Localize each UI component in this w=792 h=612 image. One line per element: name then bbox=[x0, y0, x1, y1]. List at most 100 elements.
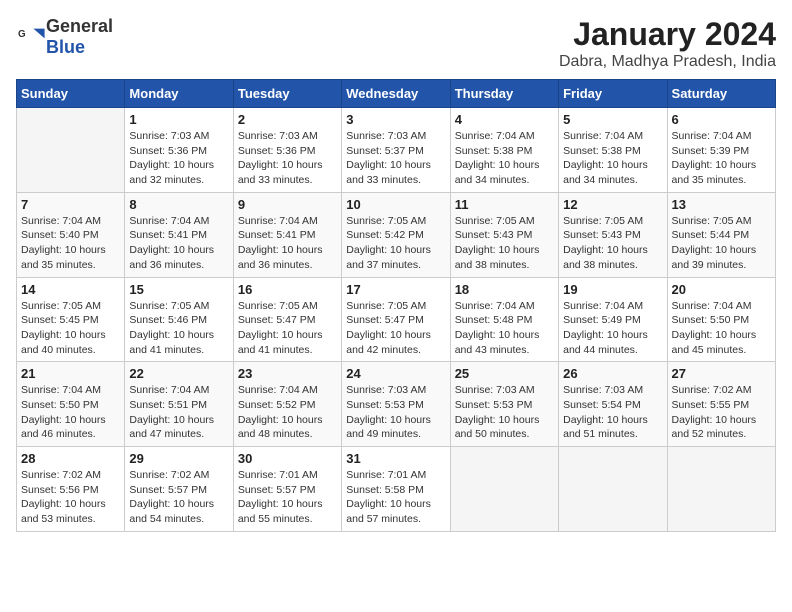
day-info: Sunrise: 7:05 AM Sunset: 5:47 PM Dayligh… bbox=[238, 299, 337, 358]
calendar-cell: 5 Sunrise: 7:04 AM Sunset: 5:38 PM Daylig… bbox=[559, 108, 667, 193]
calendar-week-4: 21 Sunrise: 7:04 AM Sunset: 5:50 PM Dayli… bbox=[17, 362, 776, 447]
calendar-cell: 10Sunrise: 7:05 AM Sunset: 5:42 PM Dayli… bbox=[342, 192, 450, 277]
weekday-header-wednesday: Wednesday bbox=[342, 80, 450, 108]
calendar-cell bbox=[17, 108, 125, 193]
day-number: 8 bbox=[129, 197, 228, 212]
calendar-week-2: 7Sunrise: 7:04 AM Sunset: 5:40 PM Daylig… bbox=[17, 192, 776, 277]
day-info: Sunrise: 7:04 AM Sunset: 5:38 PM Dayligh… bbox=[563, 129, 662, 188]
day-number: 6 bbox=[672, 112, 771, 127]
calendar-cell: 3 Sunrise: 7:03 AM Sunset: 5:37 PM Daylig… bbox=[342, 108, 450, 193]
day-number: 31 bbox=[346, 451, 445, 466]
day-info: Sunrise: 7:03 AM Sunset: 5:36 PM Dayligh… bbox=[238, 129, 337, 188]
calendar-cell: 13 Sunrise: 7:05 AM Sunset: 5:44 PM Dayli… bbox=[667, 192, 775, 277]
day-info: Sunrise: 7:05 AM Sunset: 5:43 PM Dayligh… bbox=[455, 214, 554, 273]
day-info: Sunrise: 7:04 AM Sunset: 5:50 PM Dayligh… bbox=[672, 299, 771, 358]
logo: G General Blue bbox=[16, 16, 113, 58]
day-number: 23 bbox=[238, 366, 337, 381]
day-info: Sunrise: 7:04 AM Sunset: 5:52 PM Dayligh… bbox=[238, 383, 337, 442]
day-info: Sunrise: 7:04 AM Sunset: 5:38 PM Dayligh… bbox=[455, 129, 554, 188]
day-number: 20 bbox=[672, 282, 771, 297]
calendar-cell: 15 Sunrise: 7:05 AM Sunset: 5:46 PM Dayli… bbox=[125, 277, 233, 362]
weekday-header-monday: Monday bbox=[125, 80, 233, 108]
calendar-cell: 29 Sunrise: 7:02 AM Sunset: 5:57 PM Dayli… bbox=[125, 447, 233, 532]
calendar-header: SundayMondayTuesdayWednesdayThursdayFrid… bbox=[17, 80, 776, 108]
day-info: Sunrise: 7:04 AM Sunset: 5:41 PM Dayligh… bbox=[129, 214, 228, 273]
header: G General Blue January 2024 Dabra, Madhy… bbox=[16, 16, 776, 71]
day-info: Sunrise: 7:03 AM Sunset: 5:54 PM Dayligh… bbox=[563, 383, 662, 442]
day-number: 28 bbox=[21, 451, 120, 466]
day-number: 21 bbox=[21, 366, 120, 381]
day-number: 18 bbox=[455, 282, 554, 297]
weekday-header-sunday: Sunday bbox=[17, 80, 125, 108]
calendar-cell: 28 Sunrise: 7:02 AM Sunset: 5:56 PM Dayli… bbox=[17, 447, 125, 532]
day-info: Sunrise: 7:02 AM Sunset: 5:56 PM Dayligh… bbox=[21, 468, 120, 527]
calendar-cell: 18 Sunrise: 7:04 AM Sunset: 5:48 PM Dayli… bbox=[450, 277, 558, 362]
day-number: 17 bbox=[346, 282, 445, 297]
day-number: 5 bbox=[563, 112, 662, 127]
calendar-cell: 31 Sunrise: 7:01 AM Sunset: 5:58 PM Dayli… bbox=[342, 447, 450, 532]
logo-general-text: General bbox=[46, 16, 113, 36]
day-number: 26 bbox=[563, 366, 662, 381]
calendar-cell: 8 Sunrise: 7:04 AM Sunset: 5:41 PM Daylig… bbox=[125, 192, 233, 277]
calendar-cell: 30Sunrise: 7:01 AM Sunset: 5:57 PM Dayli… bbox=[233, 447, 341, 532]
day-number: 24 bbox=[346, 366, 445, 381]
day-info: Sunrise: 7:03 AM Sunset: 5:53 PM Dayligh… bbox=[346, 383, 445, 442]
day-number: 25 bbox=[455, 366, 554, 381]
day-number: 13 bbox=[672, 197, 771, 212]
day-info: Sunrise: 7:03 AM Sunset: 5:37 PM Dayligh… bbox=[346, 129, 445, 188]
calendar-cell: 2 Sunrise: 7:03 AM Sunset: 5:36 PM Daylig… bbox=[233, 108, 341, 193]
month-title: January 2024 bbox=[559, 16, 776, 53]
calendar-table: SundayMondayTuesdayWednesdayThursdayFrid… bbox=[16, 79, 776, 532]
calendar-cell: 7Sunrise: 7:04 AM Sunset: 5:40 PM Daylig… bbox=[17, 192, 125, 277]
day-number: 4 bbox=[455, 112, 554, 127]
day-info: Sunrise: 7:05 AM Sunset: 5:45 PM Dayligh… bbox=[21, 299, 120, 358]
day-number: 29 bbox=[129, 451, 228, 466]
svg-text:G: G bbox=[18, 29, 26, 40]
calendar-cell: 27Sunrise: 7:02 AM Sunset: 5:55 PM Dayli… bbox=[667, 362, 775, 447]
day-number: 3 bbox=[346, 112, 445, 127]
calendar-cell: 17Sunrise: 7:05 AM Sunset: 5:47 PM Dayli… bbox=[342, 277, 450, 362]
calendar-cell: 21 Sunrise: 7:04 AM Sunset: 5:50 PM Dayli… bbox=[17, 362, 125, 447]
calendar-cell: 20 Sunrise: 7:04 AM Sunset: 5:50 PM Dayli… bbox=[667, 277, 775, 362]
day-info: Sunrise: 7:04 AM Sunset: 5:48 PM Dayligh… bbox=[455, 299, 554, 358]
calendar-cell: 11 Sunrise: 7:05 AM Sunset: 5:43 PM Dayli… bbox=[450, 192, 558, 277]
day-info: Sunrise: 7:05 AM Sunset: 5:44 PM Dayligh… bbox=[672, 214, 771, 273]
calendar-cell: 22Sunrise: 7:04 AM Sunset: 5:51 PM Dayli… bbox=[125, 362, 233, 447]
day-info: Sunrise: 7:05 AM Sunset: 5:46 PM Dayligh… bbox=[129, 299, 228, 358]
weekday-header-saturday: Saturday bbox=[667, 80, 775, 108]
calendar-cell: 9 Sunrise: 7:04 AM Sunset: 5:41 PM Daylig… bbox=[233, 192, 341, 277]
calendar-cell: 24 Sunrise: 7:03 AM Sunset: 5:53 PM Dayli… bbox=[342, 362, 450, 447]
day-number: 2 bbox=[238, 112, 337, 127]
day-info: Sunrise: 7:04 AM Sunset: 5:41 PM Dayligh… bbox=[238, 214, 337, 273]
day-number: 1 bbox=[129, 112, 228, 127]
day-number: 7 bbox=[21, 197, 120, 212]
day-info: Sunrise: 7:05 AM Sunset: 5:43 PM Dayligh… bbox=[563, 214, 662, 273]
calendar-cell: 16 Sunrise: 7:05 AM Sunset: 5:47 PM Dayli… bbox=[233, 277, 341, 362]
calendar-cell: 26 Sunrise: 7:03 AM Sunset: 5:54 PM Dayli… bbox=[559, 362, 667, 447]
day-info: Sunrise: 7:03 AM Sunset: 5:53 PM Dayligh… bbox=[455, 383, 554, 442]
day-info: Sunrise: 7:04 AM Sunset: 5:50 PM Dayligh… bbox=[21, 383, 120, 442]
day-number: 9 bbox=[238, 197, 337, 212]
calendar-week-3: 14 Sunrise: 7:05 AM Sunset: 5:45 PM Dayli… bbox=[17, 277, 776, 362]
day-number: 19 bbox=[563, 282, 662, 297]
day-number: 16 bbox=[238, 282, 337, 297]
day-info: Sunrise: 7:01 AM Sunset: 5:57 PM Dayligh… bbox=[238, 468, 337, 527]
day-number: 14 bbox=[21, 282, 120, 297]
calendar-cell: 23 Sunrise: 7:04 AM Sunset: 5:52 PM Dayli… bbox=[233, 362, 341, 447]
title-area: January 2024 Dabra, Madhya Pradesh, Indi… bbox=[559, 16, 776, 71]
calendar-cell bbox=[450, 447, 558, 532]
day-number: 11 bbox=[455, 197, 554, 212]
weekday-header-friday: Friday bbox=[559, 80, 667, 108]
calendar-cell: 6Sunrise: 7:04 AM Sunset: 5:39 PM Daylig… bbox=[667, 108, 775, 193]
calendar-cell: 4 Sunrise: 7:04 AM Sunset: 5:38 PM Daylig… bbox=[450, 108, 558, 193]
logo-icon: G bbox=[18, 23, 46, 51]
day-info: Sunrise: 7:02 AM Sunset: 5:57 PM Dayligh… bbox=[129, 468, 228, 527]
day-info: Sunrise: 7:04 AM Sunset: 5:49 PM Dayligh… bbox=[563, 299, 662, 358]
day-info: Sunrise: 7:01 AM Sunset: 5:58 PM Dayligh… bbox=[346, 468, 445, 527]
calendar-cell: 14 Sunrise: 7:05 AM Sunset: 5:45 PM Dayli… bbox=[17, 277, 125, 362]
calendar-cell: 12Sunrise: 7:05 AM Sunset: 5:43 PM Dayli… bbox=[559, 192, 667, 277]
day-info: Sunrise: 7:04 AM Sunset: 5:51 PM Dayligh… bbox=[129, 383, 228, 442]
day-number: 15 bbox=[129, 282, 228, 297]
day-info: Sunrise: 7:02 AM Sunset: 5:55 PM Dayligh… bbox=[672, 383, 771, 442]
weekday-header-thursday: Thursday bbox=[450, 80, 558, 108]
